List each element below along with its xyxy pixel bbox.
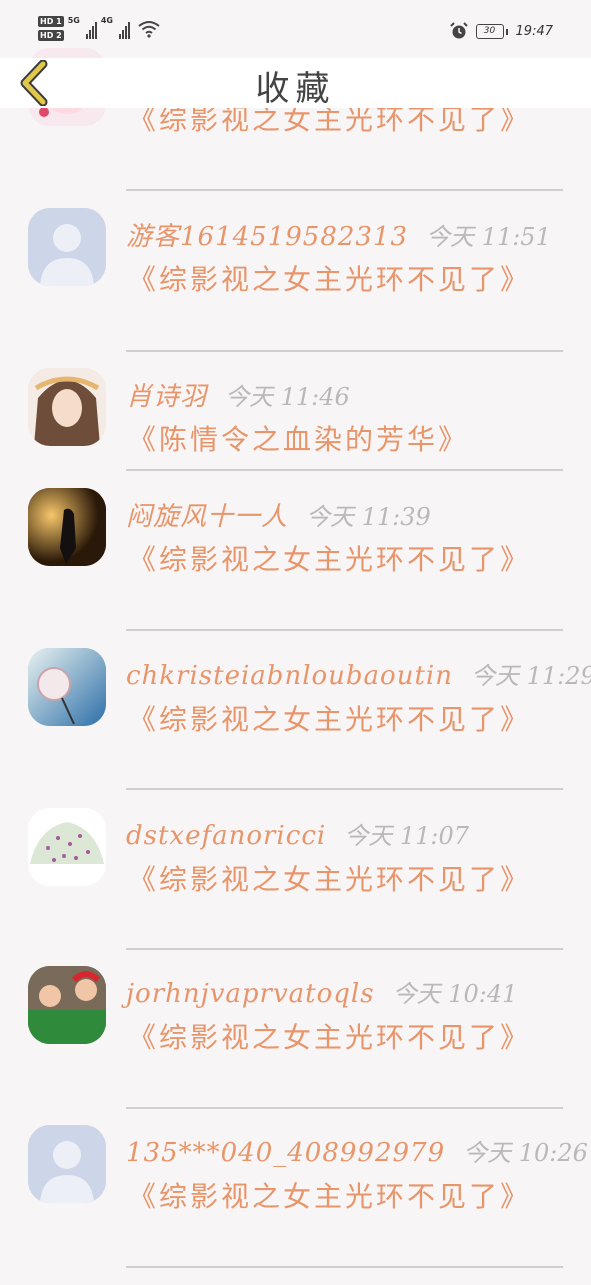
item-header: jorhnjvaprvatoqls 今天 10:41 <box>126 974 517 1009</box>
user-name[interactable]: dstxefanoricci <box>126 821 326 851</box>
favorites-list: 《综影视之女主光环不见了》 游客1614519582313 今天 11:51 《… <box>0 0 591 1280</box>
timestamp: 今天 11:46 <box>225 383 350 411</box>
item-comment: 《陈情令之血染的芳华》 <box>128 423 470 456</box>
avatar <box>28 368 106 446</box>
avatar <box>28 1125 106 1203</box>
app-header: 收藏 <box>0 58 591 109</box>
item-header: 135***040_408992979 今天 10:26 <box>126 1133 588 1168</box>
list-item[interactable]: 闷旋风十一人 今天 11:39 《综影视之女主光环不见了》 <box>0 488 591 648</box>
timestamp: 今天 10:26 <box>463 1139 588 1167</box>
item-comment: 《综影视之女主光环不见了》 <box>128 1021 532 1054</box>
divider <box>126 629 563 631</box>
item-comment: 《综影视之女主光环不见了》 <box>128 263 532 296</box>
timestamp: 今天 11:07 <box>344 822 469 850</box>
timestamp: 今天 10:41 <box>392 980 518 1008</box>
user-name[interactable]: 游客1614519582313 <box>126 216 408 253</box>
user-name[interactable]: 肖诗羽 <box>126 376 207 413</box>
list-item[interactable]: 游客1614519582313 今天 11:51 《综影视之女主光环不见了》 <box>0 208 591 368</box>
avatar <box>28 648 106 726</box>
avatar <box>28 966 106 1044</box>
list-item[interactable]: chkristeiabnloubaoutin 今天 11:29 《综影视之女主光… <box>0 648 591 808</box>
avatar <box>28 488 106 566</box>
divider <box>126 788 563 790</box>
user-name[interactable]: 闷旋风十一人 <box>126 496 288 533</box>
item-header: 肖诗羽 今天 11:46 <box>126 376 350 413</box>
item-comment: 《综影视之女主光环不见了》 <box>128 1180 532 1213</box>
item-comment: 《综影视之女主光环不见了》 <box>128 543 532 576</box>
avatar <box>28 808 106 886</box>
item-comment: 《综影视之女主光环不见了》 <box>128 863 532 896</box>
timestamp: 今天 11:39 <box>306 503 431 531</box>
user-name[interactable]: 135***040_408992979 <box>126 1138 445 1168</box>
user-name[interactable]: jorhnjvaprvatoqls <box>126 979 375 1009</box>
divider <box>126 350 563 352</box>
item-header: chkristeiabnloubaoutin 今天 11:29 <box>126 656 591 691</box>
divider <box>126 1107 563 1109</box>
item-header: dstxefanoricci 今天 11:07 <box>126 816 469 851</box>
item-header: 闷旋风十一人 今天 11:39 <box>126 496 431 533</box>
divider <box>126 189 563 191</box>
list-item[interactable]: 135***040_408992979 今天 10:26 《综影视之女主光环不见… <box>0 1125 591 1285</box>
item-comment: 《综影视之女主光环不见了》 <box>128 703 532 736</box>
divider <box>126 1266 563 1268</box>
list-item[interactable]: jorhnjvaprvatoqls 今天 10:41 《综影视之女主光环不见了》 <box>0 966 591 1126</box>
divider <box>126 948 563 950</box>
item-header: 游客1614519582313 今天 11:51 <box>126 216 551 253</box>
divider <box>126 469 563 471</box>
timestamp: 今天 11:51 <box>426 223 551 251</box>
list-item[interactable]: dstxefanoricci 今天 11:07 《综影视之女主光环不见了》 <box>0 808 591 968</box>
page-title: 收藏 <box>255 69 336 109</box>
avatar <box>28 208 106 286</box>
timestamp: 今天 11:29 <box>470 662 591 690</box>
user-name[interactable]: chkristeiabnloubaoutin <box>126 661 453 691</box>
